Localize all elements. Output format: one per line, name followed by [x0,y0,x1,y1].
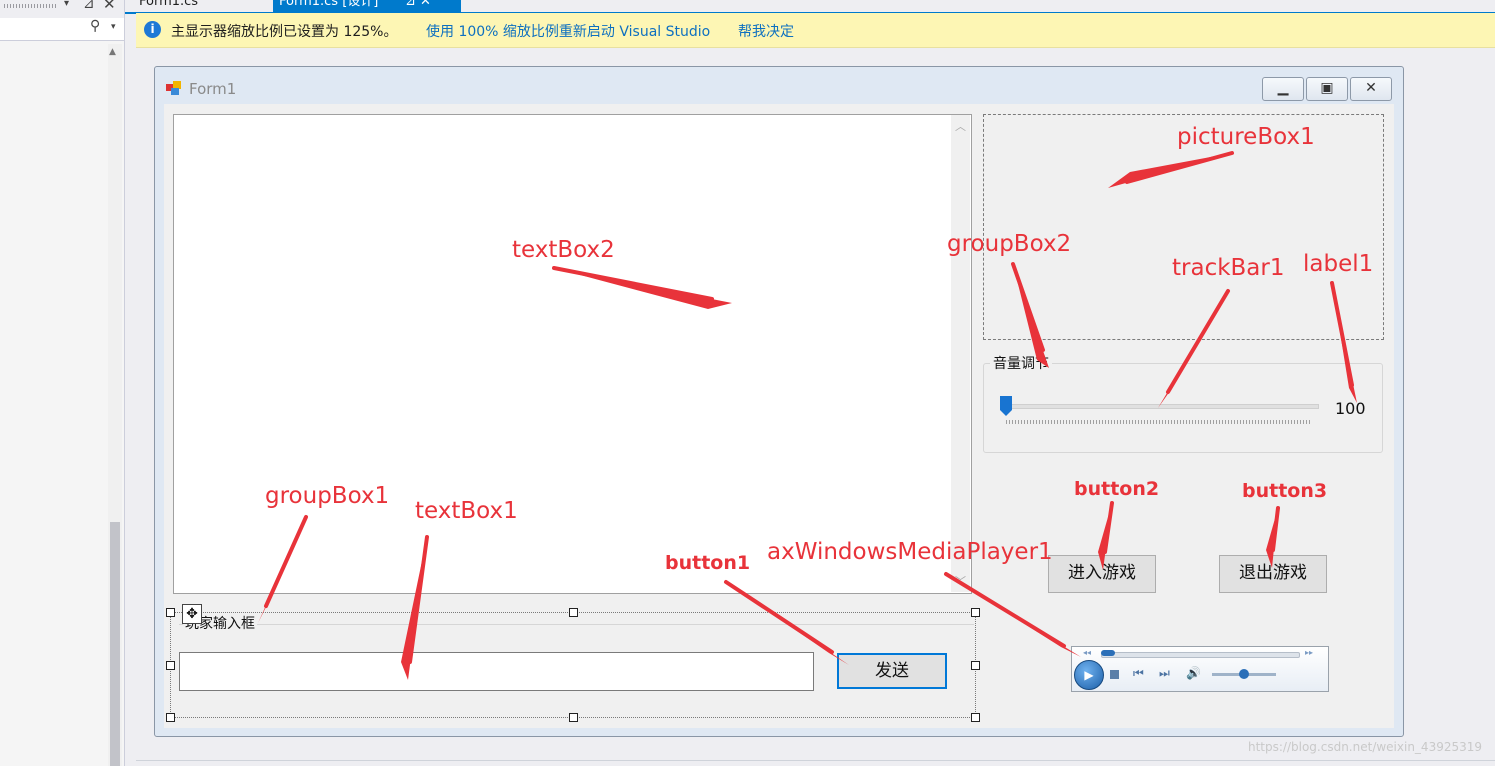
button2-enter-game[interactable]: 进入游戏 [1048,555,1156,593]
scroll-down-icon[interactable]: ﹀ [955,573,966,589]
resize-handle[interactable] [166,661,175,670]
groupbox2-caption: 音量调节 [990,353,1052,373]
resize-handle[interactable] [569,608,578,617]
button3-exit-game[interactable]: 退出游戏 [1219,555,1327,593]
textbox1[interactable] [179,652,814,691]
tab-form1-designer[interactable]: Form1.cs [设计] ⊿ ✕ [273,0,461,12]
tab-pin-close-icons[interactable]: ⊿ ✕ [405,0,431,10]
form-title: Form1 [189,80,237,98]
search-icon[interactable]: ⚲ [90,18,100,34]
label1: 100 [1335,399,1366,418]
annotation-groupbox1: groupBox1 [265,483,390,509]
annotation-picturebox1: pictureBox1 [1177,124,1315,150]
seek-knob[interactable] [1101,650,1115,656]
close-icon: ✕ [1365,80,1377,96]
trackbar1-track[interactable] [1006,404,1319,409]
annotation-textbox1: textBox1 [415,498,518,524]
scroll-up-icon[interactable]: ︿ [955,118,966,134]
solution-panel [0,0,125,766]
help-decide-link[interactable]: 帮我决定 [738,21,794,41]
close-button[interactable]: ✕ [1350,77,1392,101]
info-message: 主显示器缩放比例已设置为 125%。 [171,24,398,40]
resize-handle[interactable] [971,608,980,617]
watermark: https://blog.csdn.net/weixin_43925319 [1248,740,1483,754]
minimize-button[interactable]: ▁ [1262,77,1304,101]
resize-handle[interactable] [166,713,175,722]
annotation-button2: button2 [1074,478,1160,500]
annotation-button1: button1 [665,552,751,574]
scroll-up-icon[interactable]: ▲ [109,47,116,57]
fast-forward-icon[interactable]: ▸▸ [1305,648,1313,657]
search-dropdown-icon[interactable]: ▾ [111,22,116,32]
textbox2[interactable] [173,114,972,594]
annotation-groupbox2: groupBox2 [947,231,1072,257]
annotation-button3: button3 [1242,480,1328,502]
play-icon: ▶ [1084,668,1094,682]
panel-dropdown-icon[interactable]: ▾ [64,0,69,9]
resize-handle[interactable] [971,713,980,722]
move-handle-icon[interactable]: ✥ [182,604,202,624]
minimize-icon: ▁ [1277,80,1289,96]
annotation-axwmp: axWindowsMediaPlayer1 [767,539,1053,565]
annotation-textbox2: textBox2 [512,237,615,263]
scrollbar-thumb[interactable] [110,522,120,766]
annotation-trackbar1: trackBar1 [1172,255,1285,281]
volume-icon[interactable]: 🔊 [1186,666,1201,680]
rewind-icon[interactable]: ◂◂ [1083,648,1091,657]
pin-icon[interactable]: ⊿ [83,0,95,12]
previous-icon[interactable]: ⏮ [1133,666,1144,681]
button1-send[interactable]: 发送 [837,653,947,689]
next-icon[interactable]: ⏭ [1159,666,1170,681]
close-icon[interactable]: ✕ [103,0,116,13]
trackbar1-ticks [1006,420,1311,424]
maximize-icon: ▣ [1320,80,1334,96]
seek-bar[interactable] [1101,652,1300,658]
tab-label: Form1.cs [设计] [279,0,379,9]
tab-form1-cs[interactable]: Form1.cs [133,0,204,12]
volume-knob[interactable] [1239,669,1249,679]
maximize-button[interactable]: ▣ [1306,77,1348,101]
resize-handle[interactable] [166,608,175,617]
annotation-label1: label1 [1303,251,1374,277]
form-icon [166,81,181,95]
resize-handle[interactable] [971,661,980,670]
resize-handle[interactable] [569,713,578,722]
panel-grip[interactable] [4,4,56,8]
panel-search-input[interactable] [0,18,124,41]
restart-100-link[interactable]: 使用 100% 缩放比例重新启动 Visual Studio [426,21,710,41]
play-button[interactable]: ▶ [1074,660,1104,690]
stop-icon[interactable] [1110,670,1119,679]
textbox2-scrollbar[interactable] [951,115,970,592]
divider [136,760,1495,761]
info-icon: i [144,21,161,38]
